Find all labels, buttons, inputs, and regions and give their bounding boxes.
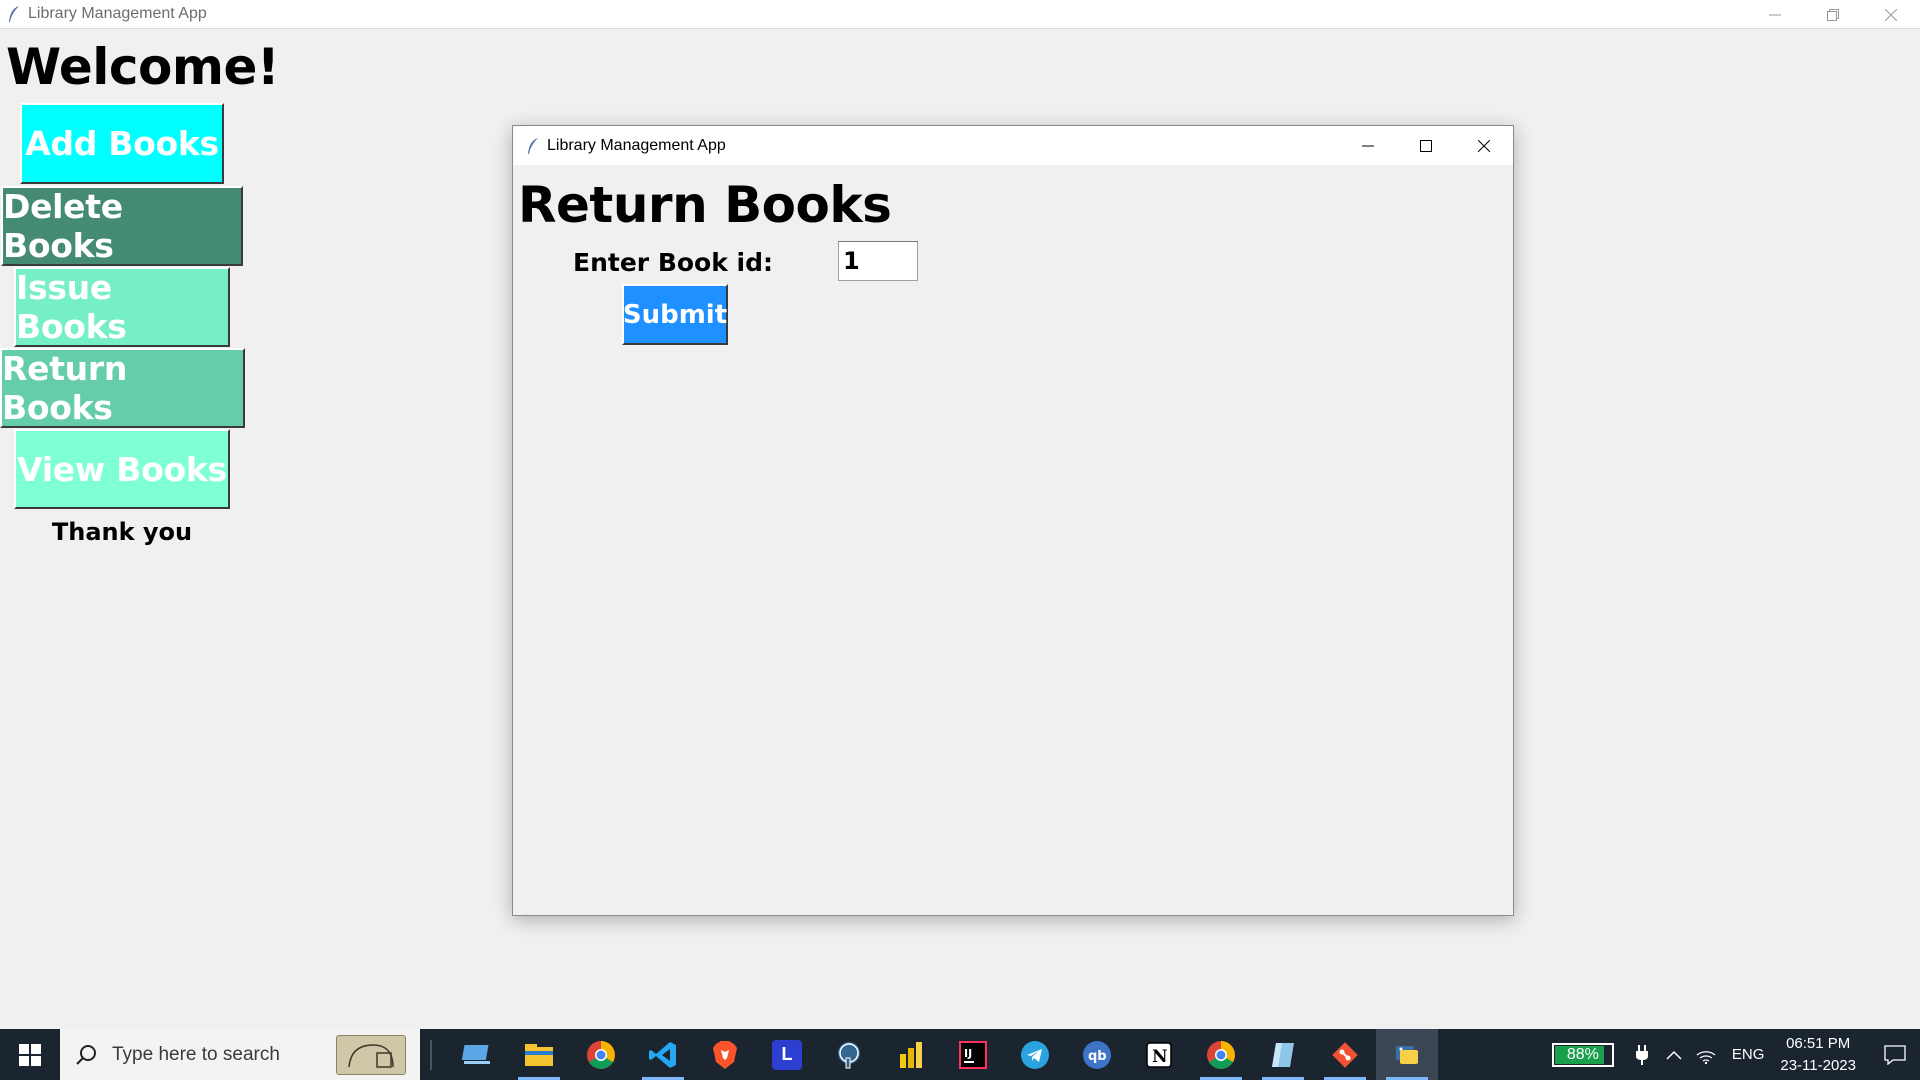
l-app-icon[interactable]: L: [756, 1029, 818, 1080]
issue-books-button[interactable]: Issue Books: [14, 267, 230, 347]
power-plug-icon[interactable]: [1628, 1029, 1656, 1080]
start-button[interactable]: [0, 1029, 60, 1080]
minimize-icon: [1362, 145, 1374, 146]
notification-button[interactable]: [1870, 1029, 1920, 1080]
add-books-button[interactable]: Add Books: [20, 103, 224, 184]
notification-icon: [1884, 1044, 1906, 1065]
wifi-icon[interactable]: [1692, 1029, 1720, 1080]
dialog-minimize-button[interactable]: [1339, 126, 1397, 165]
telegram-icon[interactable]: [1004, 1029, 1066, 1080]
taskbar-separator: [430, 1039, 432, 1070]
app-icon[interactable]: [1252, 1029, 1314, 1080]
dialog-close-button[interactable]: [1455, 126, 1513, 165]
close-icon: [1478, 139, 1490, 152]
view-books-button[interactable]: View Books: [14, 429, 230, 509]
clock-date: 23-11-2023: [1780, 1056, 1856, 1074]
windows-icon: [19, 1043, 41, 1066]
chevron-up-icon[interactable]: [1660, 1029, 1688, 1080]
git-icon[interactable]: [1314, 1029, 1376, 1080]
svg-text:qb: qb: [1088, 1049, 1107, 1064]
feather-icon: [6, 5, 22, 23]
return-books-heading: Return Books: [518, 176, 892, 234]
restore-icon: [1827, 8, 1839, 21]
return-books-button[interactable]: Return Books: [0, 348, 245, 428]
book-id-label: Enter Book id:: [573, 248, 774, 277]
clock-time: 06:51 PM: [1786, 1034, 1851, 1052]
dialog-maximize-button[interactable]: [1397, 126, 1455, 165]
close-button[interactable]: [1862, 0, 1920, 29]
qbittorrent-icon[interactable]: qb: [1066, 1029, 1128, 1080]
notion-icon[interactable]: N: [1128, 1029, 1190, 1080]
delete-books-button[interactable]: Delete Books: [1, 186, 243, 266]
maximize-icon: [1420, 139, 1432, 152]
restore-button[interactable]: [1804, 0, 1862, 29]
main-titlebar: Library Management App: [0, 0, 1920, 29]
dialog-title: Library Management App: [547, 136, 726, 154]
submit-button[interactable]: Submit: [622, 284, 728, 345]
postgres-icon[interactable]: [818, 1029, 880, 1080]
search-highlight-icon[interactable]: [336, 1035, 406, 1075]
welcome-heading: Welcome!: [6, 38, 280, 96]
feather-icon: [525, 137, 541, 155]
thank-you-label: Thank you: [51, 518, 193, 546]
power-bi-icon[interactable]: [880, 1029, 942, 1080]
chrome-icon[interactable]: [570, 1029, 632, 1080]
language-indicator[interactable]: ENG: [1732, 1046, 1765, 1063]
dialog-titlebar[interactable]: Library Management App: [513, 126, 1513, 165]
intellij-icon[interactable]: IJ: [942, 1029, 1004, 1080]
desktop-app-icon[interactable]: [446, 1029, 508, 1080]
taskbar-search-box[interactable]: Type here to search: [60, 1029, 420, 1080]
svg-text:N: N: [1152, 1047, 1168, 1067]
clock[interactable]: 06:51 PM 23-11-2023: [1780, 1033, 1856, 1077]
file-explorer-icon[interactable]: [508, 1029, 570, 1080]
return-books-dialog: Library Management App Return Books Ente…: [512, 125, 1514, 916]
search-placeholder: Type here to search: [112, 1043, 280, 1065]
battery-percent: 88%: [1566, 1045, 1599, 1063]
vscode-icon[interactable]: [632, 1029, 694, 1080]
minimize-button[interactable]: [1746, 0, 1804, 29]
svg-text:IJ: IJ: [964, 1047, 972, 1060]
python-icon[interactable]: [1376, 1029, 1438, 1080]
battery-indicator[interactable]: 88%: [1551, 1042, 1614, 1067]
chrome-icon[interactable]: [1190, 1029, 1252, 1080]
search-icon: [74, 1043, 98, 1067]
brave-icon[interactable]: [694, 1029, 756, 1080]
minimize-icon: [1769, 14, 1781, 15]
book-id-input[interactable]: [838, 241, 918, 281]
taskbar: Type here to search L IJ qb N 88% ENG 06…: [0, 1029, 1920, 1080]
close-icon: [1885, 8, 1897, 21]
system-tray: 88% ENG 06:51 PM 23-11-2023: [1551, 1029, 1920, 1080]
window-title: Library Management App: [28, 5, 207, 22]
